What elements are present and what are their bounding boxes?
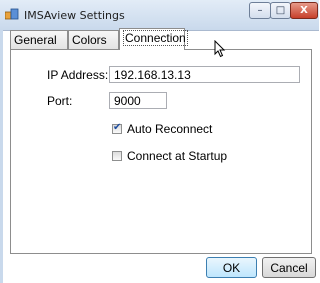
ip-address-label: IP Address: xyxy=(47,68,109,82)
title-bar[interactable]: IMSAview Settings – □ X xyxy=(0,0,319,31)
ip-address-field[interactable]: 192.168.13.13 xyxy=(109,66,300,83)
window-title: IMSAview Settings xyxy=(24,9,125,22)
ok-button[interactable]: OK xyxy=(206,257,257,278)
tab-colors[interactable]: Colors xyxy=(68,30,119,49)
minimize-button[interactable]: – xyxy=(249,2,271,19)
connect-startup-checkbox[interactable]: Connect at Startup xyxy=(112,149,227,163)
tab-connection[interactable]: Connection xyxy=(119,28,188,50)
auto-reconnect-checkbox[interactable]: ✔ Auto Reconnect xyxy=(112,122,212,136)
mouse-pointer-icon xyxy=(214,40,226,58)
maximize-button[interactable]: □ xyxy=(270,2,291,19)
port-label: Port: xyxy=(47,94,73,108)
checkbox-unchecked-icon xyxy=(112,151,122,161)
close-button[interactable]: X xyxy=(290,2,318,19)
port-field[interactable]: 9000 xyxy=(109,92,167,109)
connect-startup-label: Connect at Startup xyxy=(127,149,228,163)
tab-general[interactable]: General xyxy=(10,30,68,49)
settings-window: IMSAview Settings – □ X General Colors C… xyxy=(0,0,319,283)
window-border xyxy=(0,30,3,283)
auto-reconnect-label: Auto Reconnect xyxy=(127,122,213,136)
checkbox-checked-icon: ✔ xyxy=(112,122,122,134)
cancel-button[interactable]: Cancel xyxy=(262,257,316,278)
app-icon xyxy=(5,8,19,20)
tab-connection-label: Connection xyxy=(123,30,188,46)
